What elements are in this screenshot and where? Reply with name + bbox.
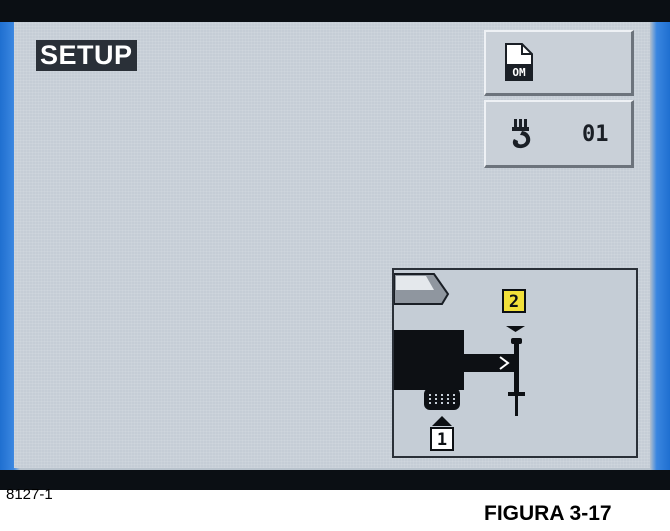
marker-1-label: 1 [437, 430, 447, 450]
marker-1: 1 [430, 427, 454, 451]
display-screen: SETUP OM 01 2 1 [14, 22, 650, 468]
boom-icon [394, 330, 516, 390]
machine-diagram: 2 1 [392, 268, 638, 458]
om-button[interactable]: OM [484, 30, 634, 96]
figure-code: 8127-1 [6, 486, 53, 503]
om-document-icon: OM [505, 43, 533, 81]
hook-icon [512, 119, 531, 149]
setup-mode-label: SETUP [36, 40, 137, 71]
om-icon-text: OM [512, 66, 526, 79]
winch-drum-icon [424, 388, 460, 426]
hook-number: 01 [582, 122, 609, 147]
marker-2-label: 2 [509, 292, 519, 312]
figure-caption: FIGURA 3-17 [484, 502, 612, 525]
marker-2: 2 [502, 289, 526, 313]
hook-button[interactable]: 01 [484, 100, 634, 168]
cab-icon [394, 273, 450, 305]
